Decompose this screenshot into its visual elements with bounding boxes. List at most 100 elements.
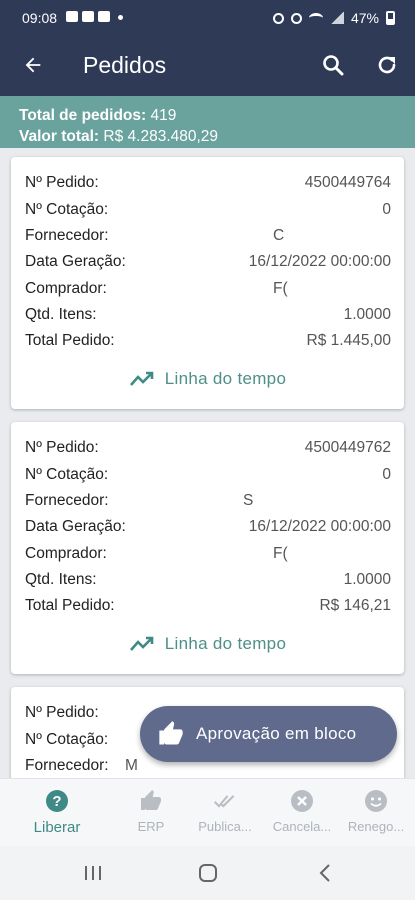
generation-date-value: 16/12/2022 00:00:00 — [248, 253, 391, 270]
home-button[interactable] — [193, 860, 223, 886]
order-card[interactable]: Nº Pedido: 4500449764 Nº Cotação: 0 Forn… — [11, 157, 404, 409]
item-qty-value: 1.0000 — [343, 306, 391, 323]
item-qty-value: 1.0000 — [343, 571, 391, 588]
supplier-value: S — [243, 492, 254, 509]
nav-label-cancelamento: Cancela... — [272, 819, 332, 834]
signal-icon — [329, 12, 344, 24]
buyer-label: Comprador: — [25, 280, 107, 297]
refresh-button[interactable] — [370, 48, 404, 82]
thumbs-up-icon — [159, 721, 183, 745]
quote-number-row: Nº Cotação: 0 — [25, 466, 391, 490]
order-number-label: Nº Pedido: — [25, 439, 99, 456]
supplier-label: Fornecedor: — [25, 227, 109, 244]
total-orders-value: 419 — [150, 107, 177, 124]
buyer-value: F( — [273, 280, 288, 297]
order-total-value: R$ 146,21 — [319, 597, 391, 614]
nav-item-renegociacao[interactable]: Renego... — [336, 789, 415, 834]
battery-icon — [386, 11, 395, 25]
timeline-label: Linha do tempo — [164, 369, 287, 388]
bulk-approval-button[interactable]: Aprovação em bloco — [140, 706, 397, 762]
total-value-label: Valor total: — [19, 128, 100, 145]
supplier-value: M — [125, 757, 138, 774]
nav-label-erp: ERP — [137, 819, 165, 834]
youtube-icon — [82, 11, 94, 22]
nav-label-renegociacao: Renego... — [347, 819, 405, 834]
timeline-link[interactable]: Linha do tempo — [11, 630, 404, 658]
system-status-icons: 47% — [272, 10, 395, 26]
bulk-approval-label: Aprovação em bloco — [196, 724, 357, 743]
refresh-icon — [378, 56, 396, 74]
nav-item-erp[interactable]: ERP — [111, 789, 191, 834]
item-qty-label: Qtd. Itens: — [25, 571, 97, 588]
quote-number-label: Nº Cotação: — [25, 201, 109, 218]
image-icon — [66, 11, 78, 22]
generation-date-label: Data Geração: — [25, 518, 126, 535]
notification-icons — [66, 11, 123, 22]
bottom-nav: ? Liberar ERP Publica... Cancela... Rene… — [0, 778, 415, 846]
supplier-row: Fornecedor: C — [25, 227, 391, 251]
nav-label-publicacao: Publica... — [198, 819, 252, 834]
wifi-icon — [308, 13, 323, 23]
order-number-value: 4500449762 — [304, 439, 391, 456]
order-number-row: Nº Pedido: 4500449762 — [25, 439, 391, 463]
search-button[interactable] — [316, 48, 350, 82]
total-orders-line: Total de pedidos: 419 — [19, 105, 415, 126]
timeline-link[interactable]: Linha do tempo — [11, 365, 404, 393]
status-time: 09:08 — [22, 10, 58, 26]
order-card[interactable]: Nº Pedido: 4500449762 Nº Cotação: 0 Forn… — [11, 422, 404, 674]
svg-text:?: ? — [52, 793, 61, 810]
total-value-amount: R$ 4.283.480,29 — [103, 128, 219, 145]
orders-summary: Total de pedidos: 419 Valor total: R$ 4.… — [0, 96, 415, 148]
order-number-row: Nº Pedido: 4500449764 — [25, 174, 391, 198]
total-orders-label: Total de pedidos: — [19, 107, 147, 124]
alarm-icon — [290, 12, 302, 24]
generation-date-label: Data Geração: — [25, 253, 126, 270]
close-circle-icon — [290, 789, 314, 813]
order-total-row: Total Pedido: R$ 146,21 — [25, 597, 391, 621]
help-circle-icon: ? — [45, 789, 69, 813]
thumbs-up-icon — [139, 789, 163, 813]
order-total-value: R$ 1.445,00 — [306, 332, 391, 349]
nav-item-liberar[interactable]: ? Liberar — [17, 789, 97, 836]
supplier-label: Fornecedor: — [25, 492, 109, 509]
timeline-label: Linha do tempo — [164, 634, 287, 653]
supplier-row: Fornecedor: S — [25, 492, 391, 516]
quote-number-label: Nº Cotação: — [25, 731, 109, 748]
buyer-row: Comprador: F( — [25, 545, 391, 569]
nav-item-publicacao[interactable]: Publica... — [185, 789, 265, 834]
arrow-left-icon — [25, 57, 41, 73]
buyer-row: Comprador: F( — [25, 280, 391, 304]
status-bar: 09:08 47% — [0, 0, 415, 34]
supplier-label: Fornecedor: — [25, 757, 109, 774]
double-check-icon — [213, 789, 237, 813]
page-title: Pedidos — [83, 52, 167, 78]
trending-up-icon — [129, 636, 154, 651]
quote-number-value: 0 — [382, 201, 391, 218]
recent-apps-button[interactable] — [78, 860, 108, 886]
home-icon — [199, 864, 217, 882]
chevron-left-icon — [319, 864, 330, 882]
lock-icon — [272, 12, 284, 24]
buyer-label: Comprador: — [25, 545, 107, 562]
more-notifications-icon — [118, 15, 123, 20]
search-icon — [323, 55, 344, 76]
order-number-value: 4500449764 — [304, 174, 391, 191]
system-back-button[interactable] — [310, 860, 340, 886]
system-nav-bar — [0, 846, 415, 900]
battery-percent: 47% — [350, 10, 379, 26]
order-number-label: Nº Pedido: — [25, 704, 99, 721]
back-button[interactable] — [16, 48, 50, 82]
buyer-value: F( — [273, 545, 288, 562]
generation-date-value: 16/12/2022 00:00:00 — [248, 518, 391, 535]
total-value-line: Valor total: R$ 4.283.480,29 — [19, 126, 415, 147]
order-total-label: Total Pedido: — [25, 332, 115, 349]
generation-date-row: Data Geração: 16/12/2022 00:00:00 — [25, 518, 391, 542]
nav-item-cancelamento[interactable]: Cancela... — [262, 789, 342, 834]
quote-number-row: Nº Cotação: 0 — [25, 201, 391, 225]
recent-apps-icon — [85, 866, 101, 880]
orders-list[interactable]: Nº Pedido: 4500449764 Nº Cotação: 0 Forn… — [0, 148, 415, 778]
generation-date-row: Data Geração: 16/12/2022 00:00:00 — [25, 253, 391, 277]
item-qty-row: Qtd. Itens: 1.0000 — [25, 571, 391, 595]
nav-label-liberar: Liberar — [33, 819, 81, 836]
order-number-label: Nº Pedido: — [25, 174, 99, 191]
